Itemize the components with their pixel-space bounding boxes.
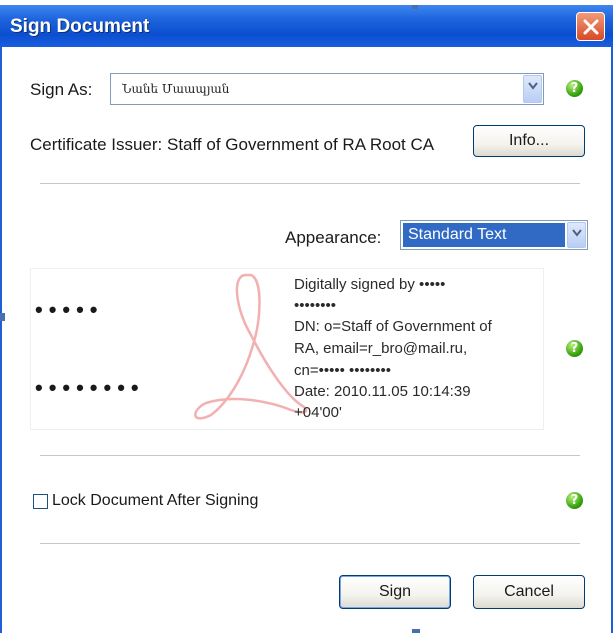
sign-button[interactable]: Sign <box>339 575 451 609</box>
lock-document-label[interactable]: Lock Document After Signing <box>52 492 258 510</box>
sign-as-dropdown[interactable]: Նանե Մաապյան <box>110 73 544 105</box>
info-button[interactable]: Info... <box>473 125 585 157</box>
appearance-label: Appearance: <box>285 228 382 247</box>
window-title: Sign Document <box>10 16 150 37</box>
signer-name-bottom: •••••••• <box>35 375 145 400</box>
lock-document-checkbox[interactable] <box>33 494 48 509</box>
signature-line: Date: 2010.11.05 10:14:39 <box>294 383 471 400</box>
edge-mark-left <box>0 313 5 321</box>
signature-line: •••••••• <box>294 297 337 314</box>
signature-line: Digitally signed by ••••• <box>294 276 446 293</box>
title-bar: Sign Document <box>0 5 613 47</box>
certificate-issuer-text: Certificate Issuer: Staff of Government … <box>30 135 435 154</box>
signer-name-top: ••••• <box>35 297 104 322</box>
chevron-down-icon <box>528 82 538 90</box>
cancel-button[interactable]: Cancel <box>473 575 585 609</box>
sign-as-dropdown-arrow[interactable] <box>523 75 542 103</box>
sign-as-value: Նանե Մաապյան <box>122 82 230 96</box>
signature-line: +04'00' <box>294 404 342 421</box>
edge-mark-bottom <box>412 629 420 633</box>
sign-as-label: Sign As: <box>30 80 93 99</box>
chevron-down-icon <box>572 229 582 237</box>
close-button[interactable] <box>576 12 605 41</box>
appearance-help-icon[interactable]: ? <box>566 340 583 357</box>
appearance-dropdown[interactable]: Standard Text <box>400 220 588 250</box>
signature-line: DN: o=Staff of Government of <box>294 318 492 335</box>
close-icon <box>583 19 599 35</box>
lock-help-icon[interactable]: ? <box>566 492 583 509</box>
separator-middle <box>40 455 580 457</box>
separator-top <box>40 183 580 185</box>
edge-mark-top <box>412 5 418 9</box>
separator-bottom <box>40 543 580 545</box>
appearance-dropdown-arrow[interactable] <box>567 222 586 248</box>
sign-as-help-icon[interactable]: ? <box>566 80 583 97</box>
appearance-value: Standard Text <box>408 226 507 243</box>
acrobat-watermark-icon <box>194 273 308 420</box>
signature-line: RA, email=r_bro@mail.ru, <box>294 340 468 357</box>
signature-preview: ••••• •••••••• Digitally signed by •••••… <box>30 268 544 430</box>
signature-line: cn=••••• •••••••• <box>294 362 392 379</box>
appearance-selection-highlight: Standard Text <box>403 223 565 247</box>
